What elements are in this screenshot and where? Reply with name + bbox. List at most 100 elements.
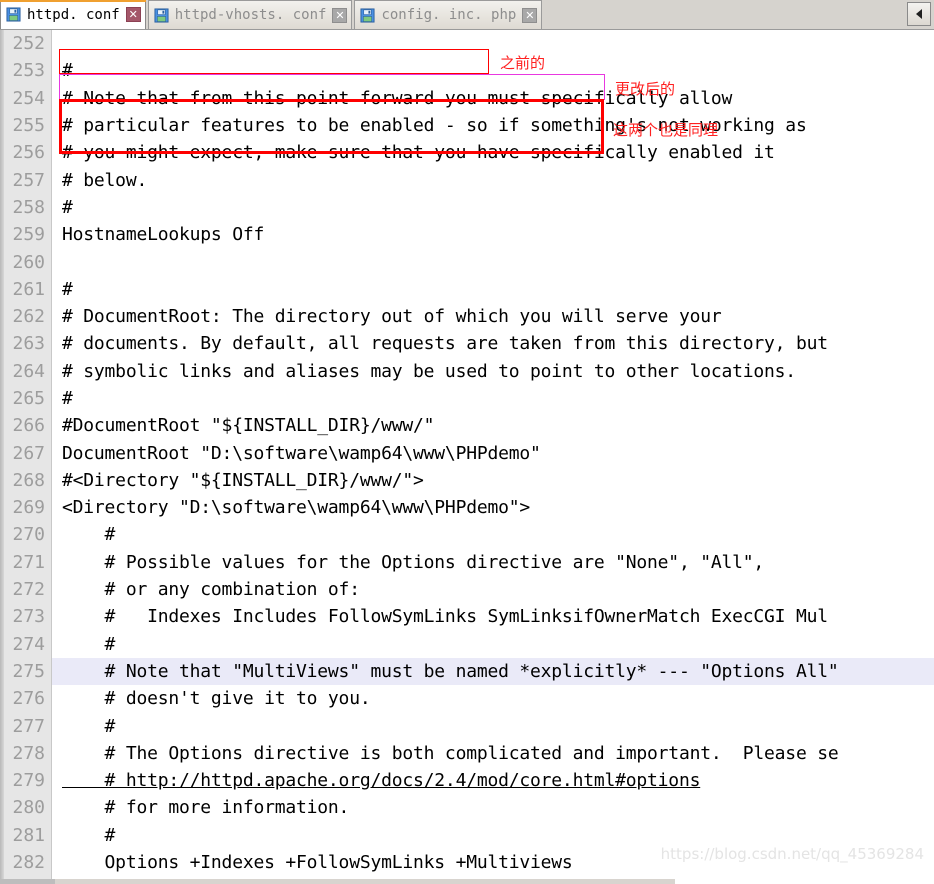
line-number: 278 xyxy=(0,739,52,768)
code-editor[interactable]: 252 253 #254 # Note that from this point fo… xyxy=(0,30,934,879)
code-line[interactable]: 254 # Note that from this point forward y… xyxy=(0,84,934,112)
code-text: # or any combination of: xyxy=(62,579,360,601)
tab-label: httpd-vhosts. conf xyxy=(174,7,327,23)
code-text: # you might expect, make sure that you h… xyxy=(62,142,775,164)
line-number: 270 xyxy=(0,521,52,549)
code-line[interactable]: 280 # for more information. xyxy=(0,794,934,822)
code-line[interactable]: 271 # Possible values for the Options di… xyxy=(0,548,934,576)
line-number: 263 xyxy=(0,330,52,358)
code-line[interactable]: 261 # xyxy=(0,275,934,303)
code-text: Options +Indexes +FollowSymLinks +Multiv… xyxy=(62,852,573,874)
code-line[interactable]: 258 # xyxy=(0,193,934,222)
line-number: 274 xyxy=(0,630,52,658)
line-number: 261 xyxy=(0,275,52,303)
code-text: # xyxy=(62,388,73,409)
code-text: # xyxy=(62,715,116,737)
line-number: 280 xyxy=(0,794,52,822)
code-line[interactable]: 252 xyxy=(0,30,934,58)
code-text: # for more information. xyxy=(62,797,350,819)
code-line[interactable]: 264 # symbolic links and aliases may be u… xyxy=(0,357,934,385)
line-number: 281 xyxy=(0,821,52,849)
tab-config-inc-php[interactable]: config. inc. php ✕ xyxy=(354,0,543,29)
code-line[interactable]: 259 HostnameLookups Off xyxy=(0,221,934,249)
line-number: 266 xyxy=(0,412,52,440)
code-text: # Indexes Includes FollowSymLinks SymLin… xyxy=(62,606,829,628)
horizontal-scrollbar[interactable] xyxy=(0,879,934,884)
code-text: # xyxy=(62,278,73,300)
code-text: DocumentRoot "D:\software\wamp64\www\PHP… xyxy=(62,442,541,464)
code-lines: 252 253 #254 # Note that from this point fo… xyxy=(0,30,934,879)
line-number: 273 xyxy=(0,603,52,631)
code-line[interactable]: 273 # Indexes Includes FollowSymLinks Sy… xyxy=(0,603,934,631)
line-number: 253 xyxy=(0,57,52,85)
line-number: 272 xyxy=(0,575,52,604)
code-text: # xyxy=(62,824,116,846)
tab-httpd-conf[interactable]: httpd. conf ✕ xyxy=(0,0,146,29)
code-line[interactable]: 255 # particular features to be enabled -… xyxy=(0,111,934,140)
code-line[interactable]: 282 Options +Indexes +FollowSymLinks +Mu… xyxy=(0,848,934,877)
code-line[interactable]: 278 # The Options directive is both comp… xyxy=(0,739,934,768)
line-number: 259 xyxy=(0,221,52,249)
code-line[interactable]: 257 # below. xyxy=(0,166,934,194)
tab-label: config. inc. php xyxy=(381,7,517,23)
code-line[interactable]: 277 # xyxy=(0,712,934,740)
line-number: 254 xyxy=(0,84,52,112)
code-line[interactable]: 266 #DocumentRoot "${INSTALL_DIR}/www/" xyxy=(0,412,934,440)
code-text: # The Options directive is both complica… xyxy=(62,742,839,764)
editor-window: httpd. conf ✕ httpd-vhosts. conf ✕ confi… xyxy=(0,0,934,884)
code-text: # doesn't give it to you. xyxy=(62,688,371,710)
code-text: # xyxy=(62,633,116,655)
line-number: 258 xyxy=(0,193,52,222)
code-text: #<Directory "${INSTALL_DIR}/www/"> xyxy=(62,469,424,491)
code-line[interactable]: 274 # xyxy=(0,630,934,658)
code-text: HostnameLookups Off xyxy=(62,224,265,246)
code-line[interactable]: 253 # xyxy=(0,57,934,85)
close-icon[interactable]: ✕ xyxy=(332,7,348,23)
code-text: # documents. By default, all requests ar… xyxy=(62,333,828,355)
close-icon[interactable]: ✕ xyxy=(522,7,538,23)
code-line[interactable]: 275 # Note that "MultiViews" must be nam… xyxy=(0,657,934,686)
tab-bar: httpd. conf ✕ httpd-vhosts. conf ✕ confi… xyxy=(0,0,934,30)
line-number: 260 xyxy=(0,248,52,276)
scrollbar-track-left xyxy=(0,879,55,884)
code-text: # xyxy=(62,60,73,82)
code-line[interactable]: 260 xyxy=(0,248,934,276)
line-number: 268 xyxy=(0,466,52,495)
floppy-disk-icon xyxy=(6,7,21,22)
code-line[interactable]: 279 # http://httpd.apache.org/docs/2.4/m… xyxy=(0,767,934,795)
line-number: 256 xyxy=(0,139,52,167)
code-line[interactable]: 267 DocumentRoot "D:\software\wamp64\www\… xyxy=(0,439,934,467)
line-number: 275 xyxy=(0,657,52,686)
scrollbar-thumb[interactable] xyxy=(55,879,675,884)
line-number: 277 xyxy=(0,712,52,740)
code-text: # below. xyxy=(62,169,148,191)
line-number: 262 xyxy=(0,302,52,331)
code-text: # Note that from this point forward you … xyxy=(62,87,733,109)
line-number: 265 xyxy=(0,384,52,413)
code-line[interactable]: 268 #<Directory "${INSTALL_DIR}/www/"> xyxy=(0,466,934,495)
line-number: 267 xyxy=(0,439,52,467)
code-line[interactable]: 270 # xyxy=(0,521,934,549)
code-line[interactable]: 276 # doesn't give it to you. xyxy=(0,685,934,713)
line-number: 257 xyxy=(0,166,52,194)
code-text: # particular features to be enabled - so… xyxy=(62,115,807,137)
code-line[interactable]: 272 # or any combination of: xyxy=(0,575,934,604)
code-text: # xyxy=(62,196,73,218)
code-line[interactable]: 256 # you might expect, make sure that yo… xyxy=(0,139,934,167)
line-number: 255 xyxy=(0,111,52,140)
code-line[interactable]: 262 # DocumentRoot: The directory out of … xyxy=(0,302,934,331)
tab-label: httpd. conf xyxy=(27,6,120,23)
code-line[interactable]: 269 <Directory "D:\software\wamp64\www\PH… xyxy=(0,494,934,522)
tab-scroll-left-button[interactable] xyxy=(907,2,931,26)
line-number: 279 xyxy=(0,767,52,795)
code-text: # xyxy=(62,524,116,546)
line-number: 276 xyxy=(0,685,52,713)
code-line[interactable]: 263 # documents. By default, all requests… xyxy=(0,330,934,358)
code-line[interactable]: 265 # xyxy=(0,384,934,413)
close-icon[interactable]: ✕ xyxy=(125,7,141,22)
code-text: # symbolic links and aliases may be used… xyxy=(62,360,796,382)
code-line[interactable]: 281 # xyxy=(0,821,934,849)
tab-httpd-vhosts-conf[interactable]: httpd-vhosts. conf ✕ xyxy=(147,0,353,29)
line-number: 252 xyxy=(0,30,52,58)
line-number: 269 xyxy=(0,494,52,522)
